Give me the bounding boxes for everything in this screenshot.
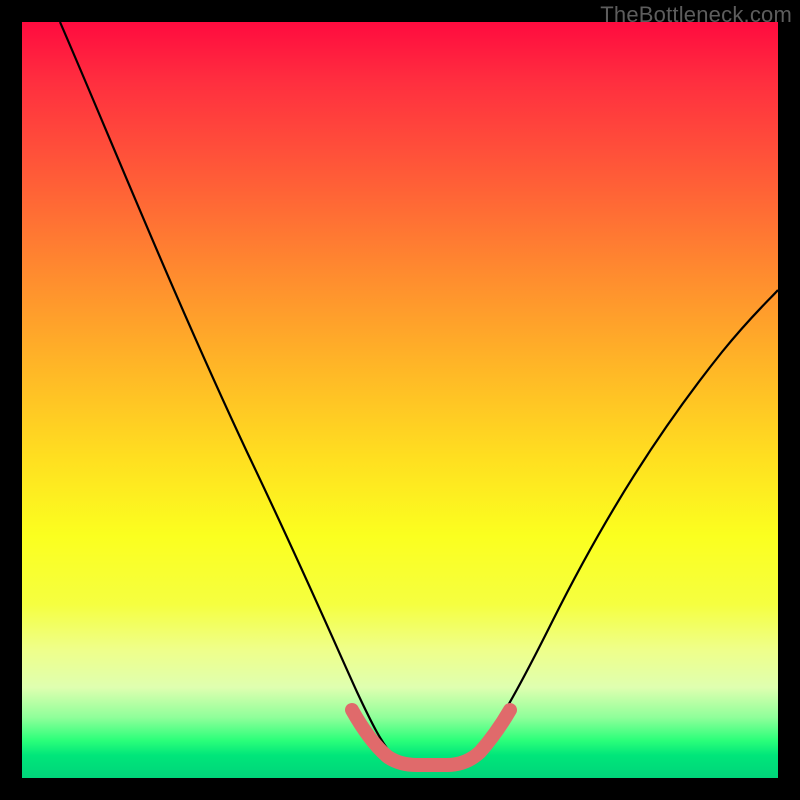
bottom-highlight-path xyxy=(352,710,510,765)
curve-svg xyxy=(22,22,778,778)
watermark-text: TheBottleneck.com xyxy=(600,2,792,28)
bottleneck-curve-path xyxy=(60,22,778,762)
plot-area xyxy=(22,22,778,778)
chart-frame: TheBottleneck.com xyxy=(0,0,800,800)
